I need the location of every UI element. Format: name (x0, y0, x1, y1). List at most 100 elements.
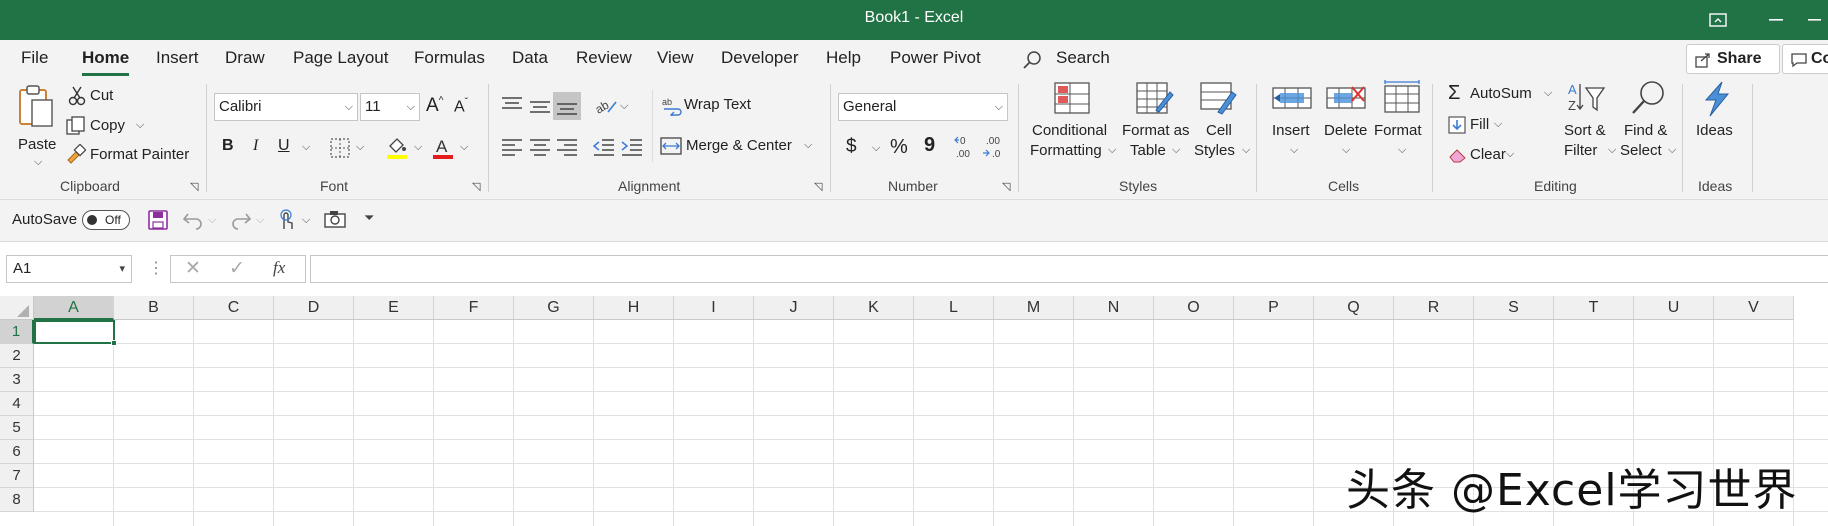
cell-styles-button[interactable]: Cell Styles ⌵ (1194, 80, 1254, 172)
column-header-d[interactable]: D (274, 296, 354, 320)
cancel-entry-icon[interactable]: ✕ (185, 257, 201, 280)
name-box-dropdown-icon[interactable]: ▾ (119, 256, 125, 282)
column-header-u[interactable]: U (1634, 296, 1714, 320)
column-header-n[interactable]: N (1074, 296, 1154, 320)
undo-dropdown-icon[interactable]: ⌵ (208, 214, 216, 227)
insert-function-button[interactable]: fx (273, 258, 285, 278)
orientation-dropdown-icon[interactable]: ⌵ (620, 100, 628, 113)
paste-button[interactable]: Paste ⌵ (12, 84, 60, 168)
number-format-dropdown[interactable]: General ⌵ (838, 93, 1008, 121)
column-header-t[interactable]: T (1554, 296, 1634, 320)
row-header-1[interactable]: 1 (0, 320, 34, 344)
redo-dropdown-icon[interactable]: ⌵ (256, 214, 264, 227)
ribbon-display-options-button[interactable] (1688, 0, 1748, 40)
select-all-button[interactable] (0, 296, 34, 320)
merge-center-button[interactable]: Merge & Center ⌵ (660, 134, 818, 158)
orientation-icon[interactable]: ab (594, 94, 618, 116)
decrease-indent-icon[interactable] (592, 138, 616, 156)
align-right-icon[interactable] (555, 138, 579, 156)
find-select-button[interactable]: Find & Select ⌵ (1618, 80, 1678, 172)
underline-dropdown-icon[interactable]: ⌵ (302, 141, 310, 154)
increase-indent-icon[interactable] (620, 138, 644, 156)
column-header-q[interactable]: Q (1314, 296, 1394, 320)
fill-button[interactable]: Fill ⌵ (1446, 114, 1516, 136)
share-button[interactable]: Share (1686, 44, 1780, 74)
increase-font-size-icon[interactable]: A^ (426, 95, 443, 117)
tab-view[interactable]: View (657, 48, 694, 68)
italic-button[interactable]: I (253, 137, 258, 155)
tab-formulas[interactable]: Formulas (414, 48, 485, 68)
autosum-button[interactable]: Σ AutoSum ⌵ (1446, 82, 1556, 106)
column-header-o[interactable]: O (1154, 296, 1234, 320)
format-as-table-button[interactable]: Format as Table ⌵ (1120, 80, 1194, 172)
column-header-k[interactable]: K (834, 296, 914, 320)
sort-filter-button[interactable]: AZ Sort & Filter ⌵ (1558, 80, 1618, 172)
maximize-button[interactable] (1800, 0, 1828, 40)
undo-icon[interactable] (182, 210, 204, 230)
row-header-7[interactable]: 7 (0, 464, 34, 488)
column-header-p[interactable]: P (1234, 296, 1314, 320)
wrap-text-button[interactable]: ab Wrap Text (662, 94, 772, 118)
tab-page-layout[interactable]: Page Layout (293, 48, 388, 68)
confirm-entry-icon[interactable]: ✓ (229, 257, 245, 280)
tab-developer[interactable]: Developer (721, 48, 799, 68)
column-header-i[interactable]: I (674, 296, 754, 320)
delete-cells-button[interactable]: Delete ⌵ (1320, 80, 1372, 172)
name-box[interactable]: A1 ▾ (6, 255, 132, 283)
save-icon[interactable] (148, 210, 168, 230)
font-size-dropdown[interactable]: 11 ⌵ (360, 93, 420, 121)
autosum-dropdown-icon[interactable]: ⌵ (1544, 87, 1552, 100)
tab-power-pivot[interactable]: Power Pivot (890, 48, 981, 68)
font-color-icon[interactable]: A (432, 136, 454, 160)
decrease-font-size-icon[interactable]: Aˇ (454, 97, 468, 116)
autosave-toggle[interactable]: Off (82, 210, 130, 230)
copy-button[interactable]: Copy ⌵ (64, 115, 154, 137)
minimize-button[interactable] (1746, 0, 1806, 40)
row-header-5[interactable]: 5 (0, 416, 34, 440)
tab-insert[interactable]: Insert (156, 48, 199, 68)
copy-dropdown-icon[interactable]: ⌵ (136, 119, 144, 132)
column-header-c[interactable]: C (194, 296, 274, 320)
middle-align-icon[interactable] (528, 98, 552, 116)
column-header-m[interactable]: M (994, 296, 1074, 320)
column-header-j[interactable]: J (754, 296, 834, 320)
borders-dropdown-icon[interactable]: ⌵ (356, 141, 364, 154)
decrease-decimal-icon[interactable]: .00.0 (982, 134, 1008, 160)
column-header-g[interactable]: G (514, 296, 594, 320)
column-header-r[interactable]: R (1394, 296, 1474, 320)
align-center-icon[interactable] (528, 138, 552, 156)
alignment-launcher-icon[interactable]: ◹ (814, 180, 822, 193)
comma-style-button[interactable]: 9 (924, 134, 935, 157)
font-launcher-icon[interactable]: ◹ (472, 180, 480, 193)
customize-qat-icon[interactable]: ⏷ (364, 210, 374, 226)
touch-mode-icon[interactable] (276, 209, 296, 231)
fill-handle[interactable] (111, 340, 117, 346)
formula-input[interactable] (310, 255, 1828, 283)
active-cell-a1[interactable] (34, 320, 117, 346)
column-header-l[interactable]: L (914, 296, 994, 320)
percent-style-button[interactable]: % (890, 136, 908, 159)
top-align-icon[interactable] (500, 96, 524, 114)
increase-decimal-icon[interactable]: 0.00 (954, 134, 980, 160)
column-header-s[interactable]: S (1474, 296, 1554, 320)
tab-data[interactable]: Data (512, 48, 548, 68)
bold-button[interactable]: B (222, 137, 234, 155)
tab-home[interactable]: Home (82, 48, 130, 76)
camera-icon[interactable] (324, 210, 346, 228)
row-header-8[interactable]: 8 (0, 488, 34, 512)
ideas-button[interactable]: Ideas (1692, 80, 1742, 172)
redo-icon[interactable] (230, 210, 252, 230)
column-header-b[interactable]: B (114, 296, 194, 320)
clear-button[interactable]: Clear ⌵ (1446, 144, 1526, 166)
column-header-f[interactable]: F (434, 296, 514, 320)
formula-bar-grip-icon[interactable]: ⋮ (148, 258, 164, 278)
cut-button[interactable]: Cut (64, 86, 154, 108)
tab-review[interactable]: Review (576, 48, 632, 68)
clipboard-launcher-icon[interactable]: ◹ (190, 180, 198, 193)
search-box[interactable]: Search (1022, 47, 1152, 71)
bottom-align-button[interactable] (553, 92, 581, 120)
borders-icon[interactable] (330, 138, 350, 158)
touch-mode-dropdown-icon[interactable]: ⌵ (302, 214, 310, 227)
row-header-3[interactable]: 3 (0, 368, 34, 392)
conditional-formatting-button[interactable]: Conditional Formatting ⌵ (1028, 80, 1118, 172)
